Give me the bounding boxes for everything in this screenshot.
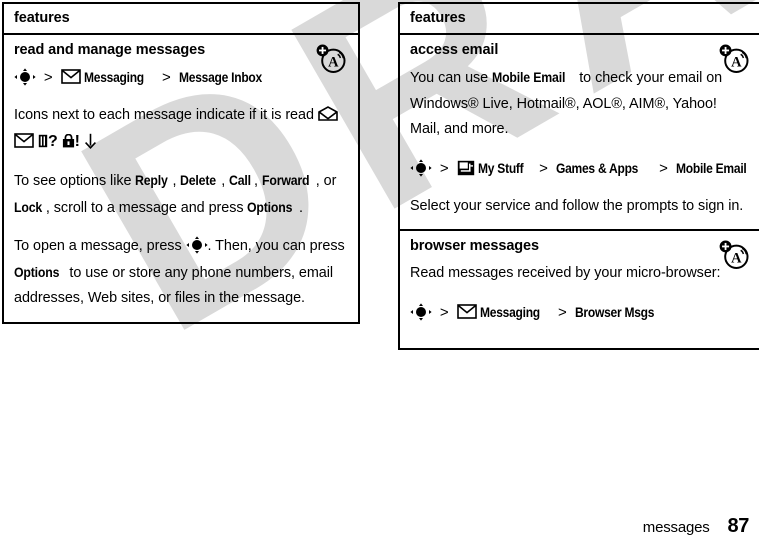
svg-text:A: A — [731, 251, 742, 267]
svg-text:A: A — [328, 55, 339, 71]
my-stuff-icon — [457, 160, 474, 175]
text-run: , — [254, 173, 262, 189]
navigation-key-icon — [185, 236, 208, 254]
menu-path-mobile-email: > My Stuff > Games & Apps > Mobile Email — [410, 156, 749, 181]
bold-run-mobile-email: Mobile Email — [492, 69, 566, 85]
path-step-label-messaging: Messaging — [480, 303, 541, 320]
path-step-label-mobile-email: Mobile Email — [675, 159, 747, 176]
envelope-closed-icon — [14, 132, 34, 148]
path-step-label-my-stuff: My Stuff — [478, 159, 524, 176]
email-app-badge-icon: A — [316, 44, 346, 73]
question-mark-icon: ? — [47, 132, 58, 150]
paragraph-open-message: To open a message, press . Then, you can… — [14, 234, 346, 312]
section-access-email: A access email You can use Mobile Email … — [400, 35, 759, 229]
page-footer: messages 87 — [642, 515, 750, 538]
path-step-label-browser-msgs: Browser Msgs — [574, 303, 654, 320]
bold-run-options: Options — [14, 263, 60, 280]
email-app-badge-icon: A — [719, 44, 749, 73]
text-run: , — [221, 173, 230, 189]
text-run: You can use — [410, 70, 493, 86]
bold-run-options: Options — [247, 198, 293, 215]
bold-run-call: Call — [229, 172, 252, 188]
right-features-table: features A access email You can use Mobi… — [398, 2, 759, 350]
text-run: . — [298, 199, 303, 216]
down-arrow-icon — [84, 133, 96, 149]
paragraph-mobile-email-intro: You can use Mobile Email to check your e… — [410, 65, 749, 143]
text-run: . Then, you can press — [207, 238, 345, 254]
navigation-key-icon — [410, 158, 432, 177]
envelope-closed-icon — [456, 303, 477, 319]
section-title: browser messages — [410, 238, 539, 254]
section-title: access email — [410, 42, 499, 58]
path-separator-2: > — [539, 159, 548, 177]
path-step-label-messaging: Messaging — [84, 69, 145, 85]
navigation-key-icon — [14, 68, 36, 86]
paragraph-select-service: Select your service and follow the promp… — [410, 197, 744, 214]
padlock-icon — [62, 133, 74, 147]
envelope-open-icon — [318, 106, 338, 121]
svg-text:A: A — [731, 55, 742, 71]
manual-page: features A read and manage messages > Me… — [0, 0, 759, 547]
path-step-label-games-and-apps: Games & Apps — [555, 159, 638, 176]
path-separator: > — [439, 303, 449, 321]
navigation-key-icon — [410, 302, 432, 321]
footer-page-number: 87 — [727, 515, 750, 537]
text-run: to use or store any phone numbers, email… — [14, 264, 334, 307]
bold-run-reply: Reply — [135, 172, 169, 188]
bold-run-forward: Forward — [261, 172, 310, 188]
paragraph-browser-messages-intro: Read messages received by your micro-bro… — [410, 265, 721, 281]
exclamation-mark-icon: ! — [74, 132, 80, 150]
path-separator: > — [43, 69, 53, 86]
envelope-closed-icon — [60, 69, 81, 84]
text-run: , or — [315, 173, 337, 189]
path-separator-3: > — [659, 159, 668, 177]
email-app-badge-icon: A — [719, 240, 749, 269]
text-run: , scroll to a message and press — [45, 199, 248, 216]
right-table-header: features — [400, 4, 759, 35]
section-read-and-manage-messages: A read and manage messages > Messaging >… — [4, 35, 358, 322]
attachment-icon — [38, 134, 48, 147]
path-separator: > — [439, 159, 449, 177]
section-browser-messages: A browser messages Read messages receive… — [400, 229, 759, 348]
text-run: To see options like — [14, 173, 136, 189]
menu-path-browser-msgs: > Messaging > Browser Msgs — [410, 300, 749, 325]
paragraph-options-list: To see options like Reply, Delete, Call,… — [14, 168, 346, 221]
left-features-table: features A read and manage messages > Me… — [2, 2, 360, 324]
text-run: Icons next to each message indicate if i… — [14, 107, 318, 123]
bold-run-delete: Delete — [180, 172, 217, 188]
menu-path-message-inbox: > Messaging > Message Inbox — [14, 65, 346, 90]
path-step-label-message-inbox: Message Inbox — [178, 69, 262, 85]
path-separator-2: > — [557, 303, 567, 321]
footer-chapter-label: messages — [642, 519, 710, 536]
bold-run-lock: Lock — [14, 198, 43, 215]
section-title: read and manage messages — [14, 42, 206, 58]
path-separator-2: > — [161, 69, 171, 86]
left-table-header: features — [4, 4, 358, 35]
text-run: To open a message, press — [14, 238, 186, 254]
paragraph-message-icons: Icons next to each message indicate if i… — [14, 103, 346, 155]
